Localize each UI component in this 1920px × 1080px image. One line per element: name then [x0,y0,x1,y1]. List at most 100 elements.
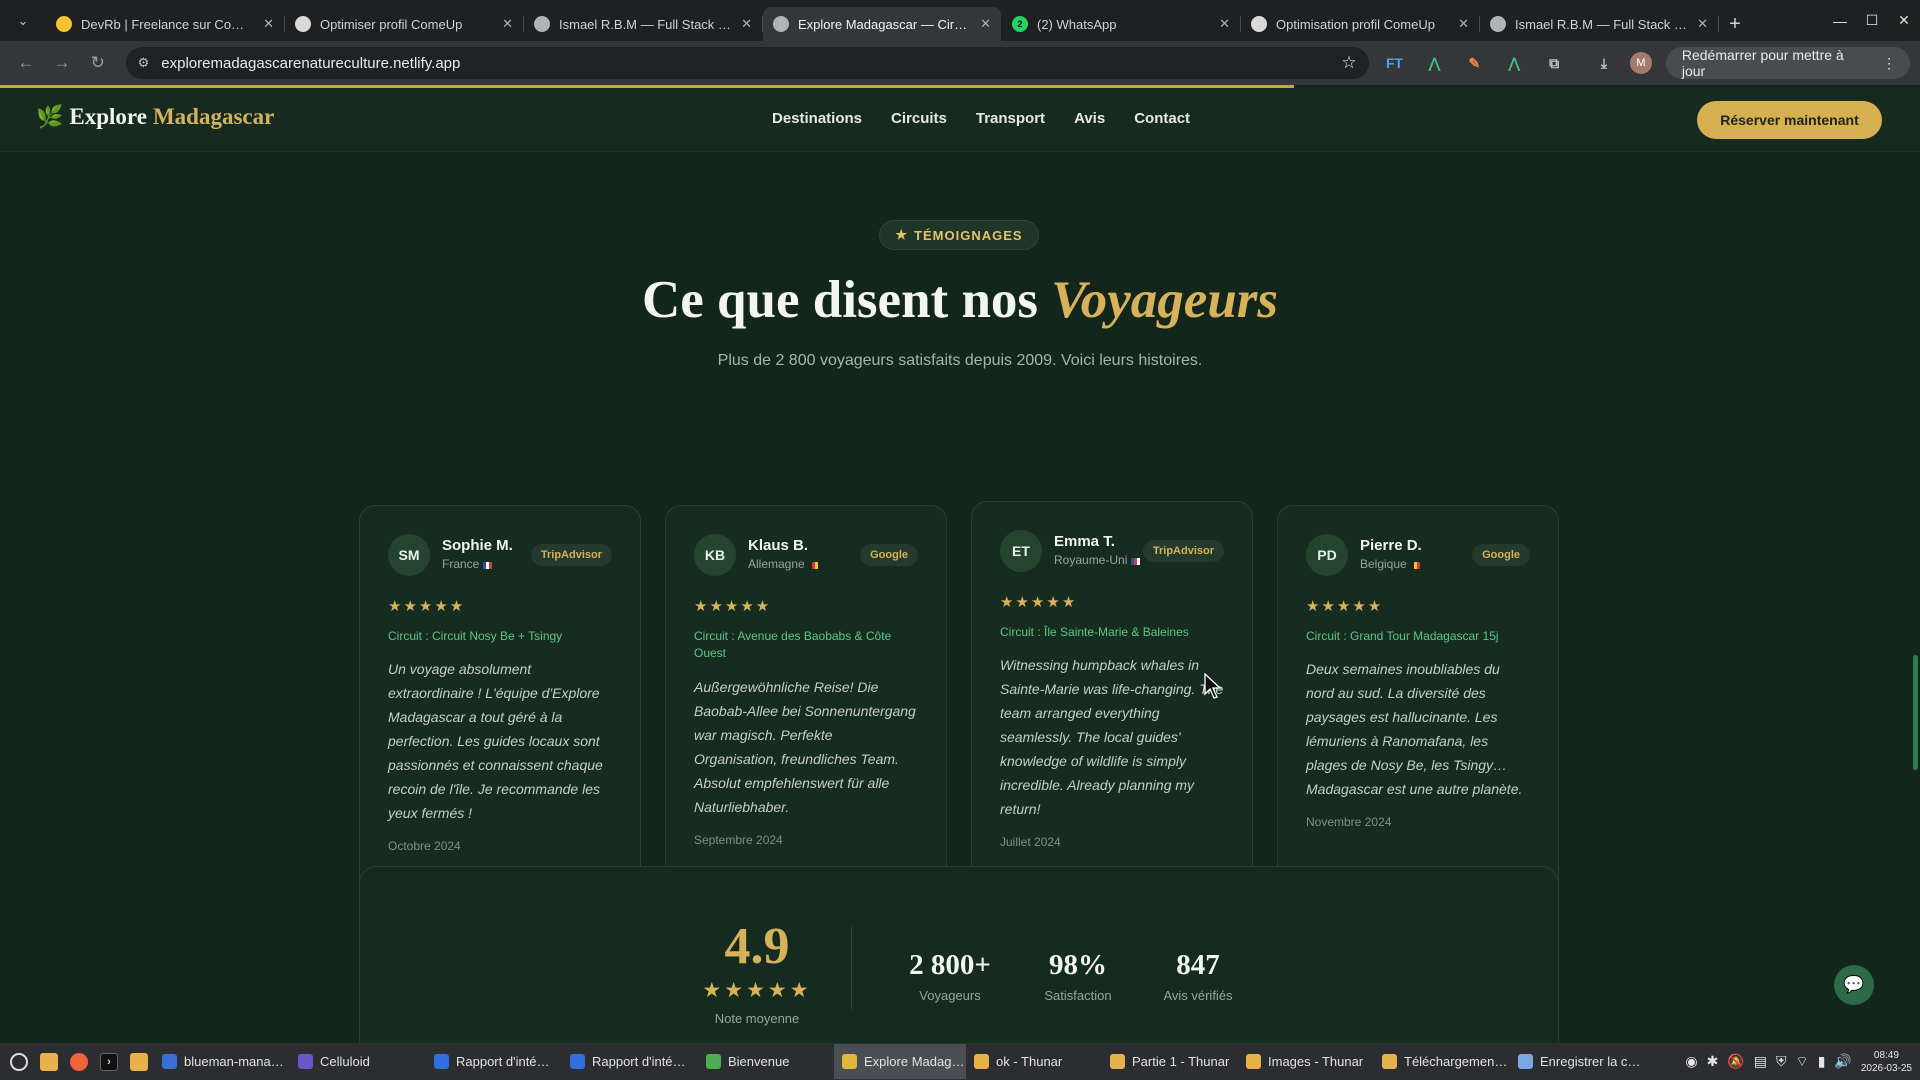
forward-button[interactable]: → [46,47,78,79]
url-text[interactable]: exploremadagascarenatureculture.netlify.… [161,55,1329,72]
profile-avatar[interactable]: M [1629,52,1652,74]
stat-label: Satisfaction [1044,988,1112,1003]
nav-avis[interactable]: Avis [1074,110,1105,127]
reviewer-info: Klaus B. Allemagne [748,537,860,573]
tab-title: Optimisation profil ComeUp [1276,16,1435,32]
start-menu-icon[interactable] [4,1048,34,1076]
minimize-icon[interactable]: — [1824,0,1856,41]
clipboard-icon[interactable]: ▤ [1754,1053,1767,1070]
close-tab-icon[interactable]: ✕ [980,16,991,32]
nav-contact[interactable]: Contact [1134,110,1190,127]
update-restart-button[interactable]: Redémarrer pour mettre à jour ⋮ [1665,47,1911,79]
window-title: Téléchargemen… [1404,1054,1508,1069]
shield-icon[interactable]: ⛨ [1776,1053,1787,1070]
review-circuit[interactable]: Circuit : Avenue des Baobabs & Côte Oues… [694,628,918,663]
review-circuit[interactable]: Circuit : Île Sainte-Marie & Baleines [1000,624,1224,641]
site-info-icon[interactable]: ⚙ [138,55,150,71]
stat-value: 2 800+ [909,949,991,981]
files-launcher-icon[interactable] [34,1048,64,1076]
page-scrollbar[interactable] [1913,655,1918,770]
nav-circuits[interactable]: Circuits [891,110,947,127]
review-source-badge: Google [1472,544,1530,566]
window-title: Explore Madag… [864,1054,965,1069]
back-button[interactable]: ← [10,47,42,79]
reviewer-country: Belgique [1360,557,1407,572]
browser-tab[interactable]: Explore Madagascar — Circuits ✕ [763,7,1001,41]
close-tab-icon[interactable]: ✕ [502,16,513,32]
taskbar-window-button[interactable]: ok - Thunar [966,1044,1102,1079]
terminal-launcher-icon[interactable]: › [94,1048,124,1076]
taskbar-window-button[interactable]: blueman-mana… [154,1044,290,1079]
site-logo[interactable]: 🌿 Explore Madagascar [36,104,274,130]
close-tab-icon[interactable]: ✕ [1697,16,1708,32]
new-tab-button[interactable]: + [1719,7,1751,41]
review-card: SM Sophie M. France TripAdvisor ★★★★★ Circuit… [359,505,641,902]
review-circuit[interactable]: Circuit : Grand Tour Madagascar 15j [1306,628,1530,645]
reload-button[interactable]: ↻ [82,47,114,79]
chat-bubble-icon[interactable]: 💬 [1834,965,1874,1005]
browser-tab[interactable]: Optimisation profil ComeUp ✕ [1241,7,1480,41]
puzzle-extensions-icon[interactable]: ⧉ [1540,49,1568,77]
taskbar-window-button[interactable]: Téléchargemen… [1374,1044,1510,1079]
download-icon[interactable]: ⤓ [1590,49,1618,77]
tab-search-icon[interactable]: ⌄ [0,0,46,41]
close-tab-icon[interactable]: ✕ [1458,16,1469,32]
taskbar-window-button[interactable]: Bienvenue [698,1044,834,1079]
battery-icon[interactable]: ▮ [1818,1053,1826,1070]
more-menu-icon[interactable]: ⋮ [1882,55,1896,72]
tab-favicon-icon [1490,16,1506,32]
review-quote: Außergewöhnliche Reise! Die Baobab-Allee… [694,678,916,815]
browser-tab[interactable]: Ismael R.B.M — Full Stack Developer ✕ [524,7,763,41]
volume-icon[interactable]: 🔊 [1834,1053,1851,1070]
reviewer-country-row: Belgique [1360,557,1472,573]
extension-green-2-icon[interactable]: ⋀ [1500,49,1528,77]
close-tab-icon[interactable]: ✕ [741,16,752,32]
nav-destinations[interactable]: Destinations [772,110,862,127]
taskbar-window-button[interactable]: Rapport d'inté… [562,1044,698,1079]
review-circuit[interactable]: Circuit : Circuit Nosy Be + Tsingy [388,628,612,645]
bookmark-star-icon[interactable]: ☆ [1341,53,1356,73]
pen-extension-icon[interactable]: ✎ [1460,49,1488,77]
section-badge-label: TÉMOIGNAGES [914,227,1023,243]
window-controls: — ☐ ✕ [1824,0,1920,41]
close-tab-icon[interactable]: ✕ [263,16,274,32]
extension-green-icon[interactable]: ⋀ [1421,49,1449,77]
close-tab-icon[interactable]: ✕ [1219,16,1230,32]
review-header: SM Sophie M. France TripAdvisor [388,534,612,576]
heading-plain: Ce que disent nos [641,271,1039,329]
clock-time: 08:49 [1873,1049,1899,1061]
tab-title: Ismael R.B.M — Full Stack Developer [559,16,732,32]
address-bar[interactable]: ⚙ exploremadagascarenatureculture.netlif… [125,47,1369,79]
taskbar-window-button[interactable]: Celluloid [290,1044,426,1079]
reviewer-country-row: France [442,557,531,573]
folder-launcher-icon[interactable] [124,1048,154,1076]
taskbar-window-button[interactable]: Images - Thunar [1238,1044,1374,1079]
notifications-off-icon[interactable]: 🔕 [1727,1053,1744,1070]
review-quote: Deux semaines inoubliables du nord au su… [1306,661,1523,798]
close-window-icon[interactable]: ✕ [1888,0,1920,41]
firefox-launcher-icon[interactable] [64,1048,94,1076]
browser-tab[interactable]: Optimiser profil ComeUp ✕ [285,7,524,41]
taskbar-window-button[interactable]: Rapport d'inté… [426,1044,562,1079]
stats-panel: 4.9 ★★★★★ Note moyenne 2 800+ Voyageurs … [359,866,1559,1043]
country-flag-icon [808,561,818,569]
logo-second-word: Madagascar [152,104,275,129]
nav-transport[interactable]: Transport [976,110,1045,127]
translate-extension-icon[interactable]: FT [1381,49,1409,77]
chrome-tray-icon[interactable]: ◉ [1685,1053,1697,1070]
clock[interactable]: 08:49 2026-03-25 [1861,1049,1912,1075]
browser-tab[interactable]: Ismael R.B.M — Full Stack Developer ✕ [1480,7,1719,41]
browser-tab[interactable]: DevRb | Freelance sur ComeUp ✕ [46,7,285,41]
taskbar-window-button[interactable]: Explore Madag… [834,1044,966,1079]
reviewer-name: Sophie M. [442,537,513,555]
book-now-button[interactable]: Réserver maintenant [1697,101,1882,139]
browser-tab[interactable]: 2 (2) WhatsApp ✕ [1002,7,1241,41]
bluetooth-icon[interactable]: ✱ [1707,1053,1719,1070]
stat-value: 98% [1049,949,1107,981]
window-title: Images - Thunar [1268,1054,1364,1069]
taskbar-window-button[interactable]: Partie 1 - Thunar [1102,1044,1238,1079]
taskbar-window-button[interactable]: Enregistrer la c… [1510,1044,1646,1079]
tab-title: Ismael R.B.M — Full Stack Developer [1515,16,1688,32]
maximize-icon[interactable]: ☐ [1856,0,1888,41]
wifi-icon[interactable]: ⌔ [1796,1053,1809,1071]
